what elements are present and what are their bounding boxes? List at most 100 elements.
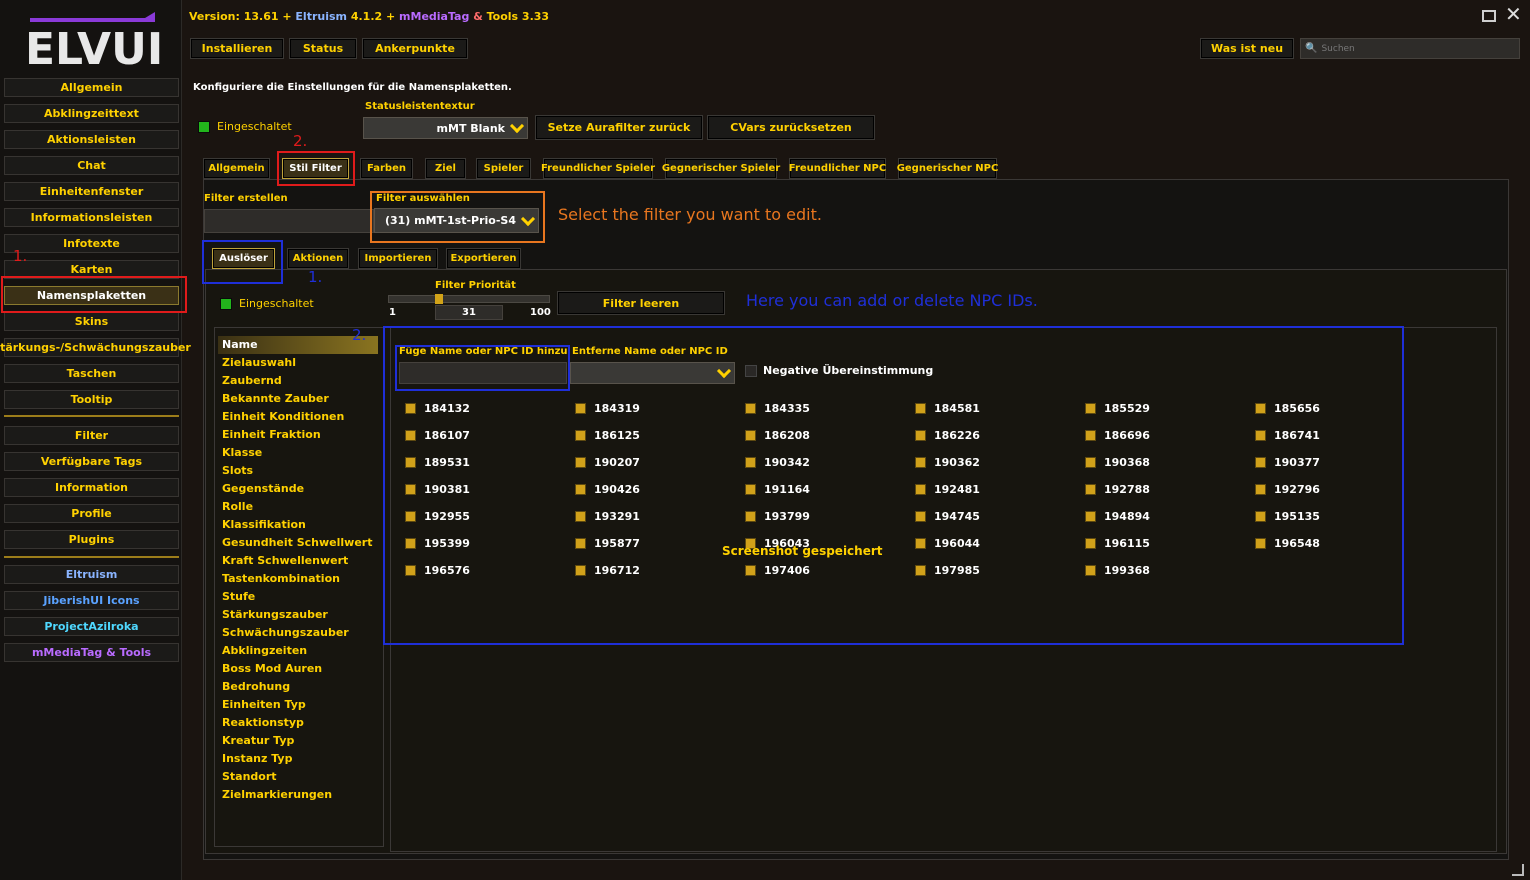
trigger-list-item[interactable]: Klassifikation: [222, 518, 306, 531]
trigger-list-item[interactable]: Instanz Typ: [222, 752, 292, 765]
annotation-box-add: [395, 345, 570, 391]
annotation-hint: Select the filter you want to edit.: [558, 205, 822, 224]
subtab-1[interactable]: Aktionen: [287, 248, 349, 269]
statusbar-texture-label: Statusleistentextur: [365, 101, 475, 112]
reset-aurafilter-button[interactable]: Setze Aurafilter zurück: [535, 115, 703, 140]
sidebar-item-2[interactable]: Aktionsleisten: [4, 130, 179, 149]
priority-value-input[interactable]: 31: [435, 305, 503, 320]
version-segment: Eltruism: [295, 10, 347, 23]
trigger-list-item[interactable]: Rolle: [222, 500, 253, 513]
create-filter-input[interactable]: [204, 209, 374, 233]
clear-filter-button[interactable]: Filter leeren: [557, 291, 725, 315]
sidebar-item-1[interactable]: Abklingzeittext: [4, 104, 179, 123]
trigger-list-item[interactable]: Zielmarkierungen: [222, 788, 332, 801]
trigger-list-frame: [214, 327, 384, 847]
sidebar-item-2-0[interactable]: Filter: [4, 426, 179, 445]
trigger-list-item[interactable]: Bekannte Zauber: [222, 392, 329, 405]
sub-enabled-label: Eingeschaltet: [239, 297, 314, 310]
tab-7[interactable]: Freundlicher NPC: [789, 158, 886, 179]
sidebar-item-0[interactable]: Allgemein: [4, 78, 179, 97]
sidebar-plugin-2[interactable]: ProjectAzilroka: [4, 617, 179, 636]
priority-max: 100: [530, 307, 551, 318]
trigger-list-item[interactable]: Name: [222, 338, 258, 351]
tab-2[interactable]: Farben: [360, 158, 413, 179]
sidebar-item-9[interactable]: Skins: [4, 312, 179, 331]
tab-3[interactable]: Ziel: [425, 158, 466, 179]
annotation-number: 1.: [308, 268, 323, 286]
reset-cvars-button[interactable]: CVars zurücksetzen: [707, 115, 875, 140]
annotation-box-tab: [277, 151, 355, 186]
search-placeholder: Suchen: [1321, 43, 1355, 54]
chevron-down-icon: [509, 118, 525, 134]
sidebar-item-2-3[interactable]: Profile: [4, 504, 179, 523]
trigger-list-item[interactable]: Schwächungszauber: [222, 626, 349, 639]
sidebar-plugin-3[interactable]: mMediaTag & Tools: [4, 643, 179, 662]
sidebar-item-6[interactable]: Infotexte: [4, 234, 179, 253]
priority-label: Filter Priorität: [435, 280, 516, 291]
trigger-list-item[interactable]: Zielauswahl: [222, 356, 296, 369]
subtab-2[interactable]: Importieren: [358, 248, 438, 269]
trigger-list-item[interactable]: Einheit Fraktion: [222, 428, 321, 441]
tab-4[interactable]: Spieler: [476, 158, 531, 179]
status-button[interactable]: Status: [289, 38, 357, 59]
version-segment: mMediaTag: [399, 10, 470, 23]
sidebar-item-2-4[interactable]: Plugins: [4, 530, 179, 549]
priority-min: 1: [389, 307, 396, 318]
trigger-list-item[interactable]: Gegenstände: [222, 482, 304, 495]
trigger-list-item[interactable]: Stärkungszauber: [222, 608, 328, 621]
trigger-list-item[interactable]: Einheit Konditionen: [222, 410, 344, 423]
trigger-list-item[interactable]: Stufe: [222, 590, 255, 603]
priority-slider-track[interactable]: [388, 295, 550, 303]
statusbar-texture-dropdown[interactable]: mMT Blank: [363, 117, 528, 139]
whatsnew-button[interactable]: Was ist neu: [1200, 38, 1294, 59]
trigger-list-item[interactable]: Boss Mod Auren: [222, 662, 322, 675]
tab-0[interactable]: Allgemein: [203, 158, 270, 179]
trigger-list-item[interactable]: Kreatur Typ: [222, 734, 294, 747]
trigger-list-item[interactable]: Tastenkombination: [222, 572, 340, 585]
install-button[interactable]: Installieren: [190, 38, 284, 59]
sidebar-item-2-2[interactable]: Information: [4, 478, 179, 497]
trigger-list-item[interactable]: Gesundheit Schwellwert: [222, 536, 372, 549]
sidebar-plugin-1[interactable]: JiberishUI Icons: [4, 591, 179, 610]
trigger-list-item[interactable]: Kraft Schwellenwert: [222, 554, 348, 567]
version-text: Version: 13.61 + Eltruism 4.1.2 + mMedia…: [189, 10, 549, 23]
sidebar-item-4[interactable]: Einheitenfenster: [4, 182, 179, 201]
tab-6[interactable]: Gegnerischer Spieler: [662, 158, 780, 179]
close-icon[interactable]: ✕: [1505, 4, 1522, 24]
enabled-checkbox[interactable]: [198, 121, 210, 133]
annotation-number: 2.: [293, 132, 308, 150]
search-input[interactable]: 🔍 Suchen: [1300, 38, 1520, 59]
resize-grip-icon[interactable]: [1512, 864, 1524, 876]
subtab-3[interactable]: Exportieren: [446, 248, 521, 269]
priority-slider-thumb[interactable]: [435, 294, 443, 304]
sidebar-item-12[interactable]: Tooltip: [4, 390, 179, 409]
sidebar-item-5[interactable]: Informationsleisten: [4, 208, 179, 227]
trigger-list-item[interactable]: Standort: [222, 770, 277, 783]
page-description: Konfiguriere die Einstellungen für die N…: [193, 82, 512, 93]
tab-5[interactable]: Freundlicher Spieler: [541, 158, 655, 179]
tab-8[interactable]: Gegnerischer NPC: [897, 158, 998, 179]
sub-enabled-checkbox[interactable]: [220, 298, 232, 310]
annotation-box-filter: [370, 191, 545, 243]
sidebar-item-2-1[interactable]: Verfügbare Tags: [4, 452, 179, 471]
sidebar-item-10[interactable]: Stärkungs-/Schwächungszauber: [0, 338, 191, 357]
sidebar: ELVUI Allgemein Abklingzeittext Aktionslei…: [0, 0, 191, 880]
elvui-logo: ELVUI: [25, 12, 160, 72]
svg-text:ELVUI: ELVUI: [25, 24, 160, 72]
window-maximize-icon[interactable]: [1482, 10, 1496, 22]
trigger-list-item[interactable]: Reaktionstyp: [222, 716, 304, 729]
sidebar-item-3[interactable]: Chat: [4, 156, 179, 175]
priority-value: 31: [462, 307, 476, 318]
trigger-list-item[interactable]: Einheiten Typ: [222, 698, 306, 711]
trigger-list-item[interactable]: Slots: [222, 464, 253, 477]
trigger-list-item[interactable]: Bedrohung: [222, 680, 290, 693]
sidebar-item-11[interactable]: Taschen: [4, 364, 179, 383]
trigger-list-item[interactable]: Zaubernd: [222, 374, 282, 387]
annotation-box-sidebar: [1, 276, 187, 313]
trigger-list-item[interactable]: Klasse: [222, 446, 262, 459]
annotation-number: 2.: [352, 326, 367, 344]
trigger-list-item[interactable]: Abklingzeiten: [222, 644, 307, 657]
anchors-button[interactable]: Ankerpunkte: [362, 38, 468, 59]
enabled-label: Eingeschaltet: [217, 120, 292, 133]
sidebar-plugin-0[interactable]: Eltruism: [4, 565, 179, 584]
